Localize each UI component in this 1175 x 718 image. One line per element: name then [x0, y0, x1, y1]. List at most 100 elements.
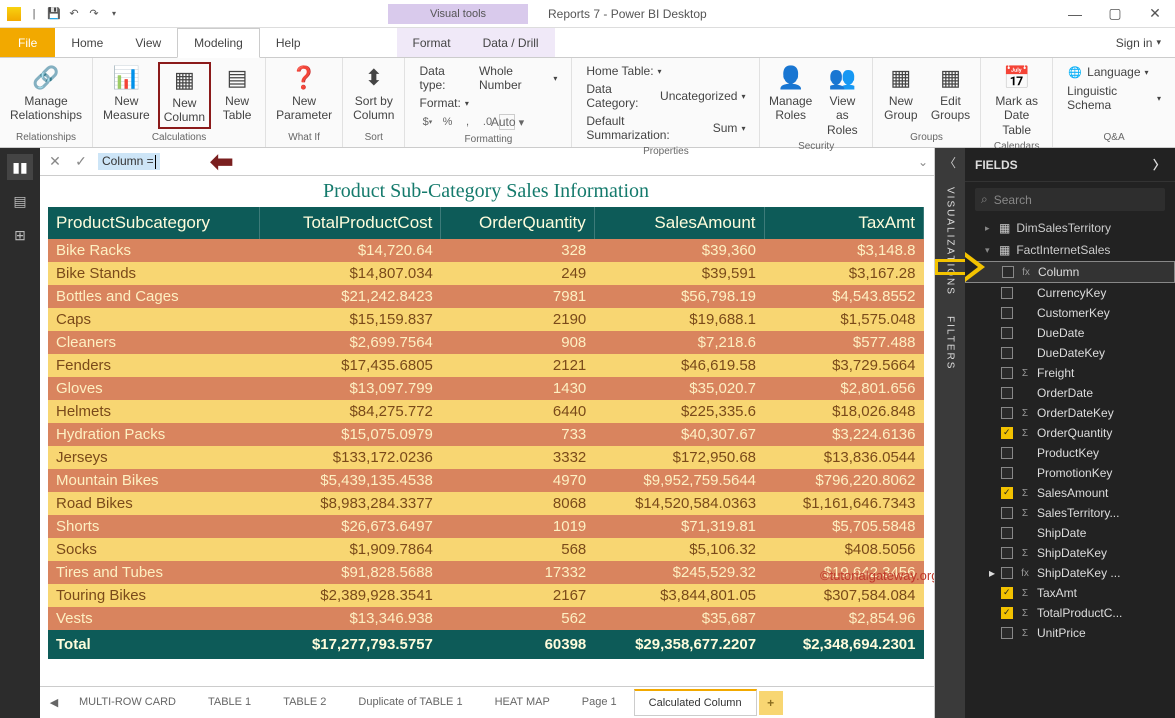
datadrill-menu[interactable]: Data / Drill: [467, 28, 555, 57]
field-checkbox[interactable]: [1001, 607, 1013, 619]
field-item[interactable]: PromotionKey: [965, 463, 1175, 483]
close-icon[interactable]: ✕: [1135, 0, 1175, 28]
field-item[interactable]: DueDateKey: [965, 343, 1175, 363]
column-header[interactable]: SalesAmount: [594, 207, 764, 239]
expand-panel-icon[interactable]: 〈: [944, 154, 956, 177]
expand-formula-icon[interactable]: ⌄: [918, 155, 928, 169]
field-item[interactable]: ΣFreight: [965, 363, 1175, 383]
field-checkbox[interactable]: [1001, 427, 1013, 439]
manage-roles-button[interactable]: 👤Manage Roles: [766, 62, 814, 125]
field-item[interactable]: ShipDate: [965, 523, 1175, 543]
field-item[interactable]: ▸fxShipDateKey ...: [965, 563, 1175, 583]
field-checkbox[interactable]: [1001, 567, 1013, 579]
modeling-menu[interactable]: Modeling: [177, 28, 260, 58]
field-checkbox[interactable]: [1001, 447, 1013, 459]
sheet-tab[interactable]: MULTI-ROW CARD: [64, 689, 191, 716]
mark-as-date-table-button[interactable]: 📅Mark as Date Table: [987, 62, 1046, 139]
manage-relationships-button[interactable]: 🔗Manage Relationships: [6, 62, 86, 125]
file-menu[interactable]: File: [0, 28, 55, 57]
column-header[interactable]: TotalProductCost: [259, 207, 441, 239]
view-as-roles-button[interactable]: 👥View as Roles: [819, 62, 866, 139]
model-view-icon[interactable]: ⊞: [7, 222, 33, 248]
field-checkbox[interactable]: [1001, 387, 1013, 399]
field-item[interactable]: DueDate: [965, 323, 1175, 343]
chevron-down-icon[interactable]: ▾: [553, 74, 557, 83]
column-header[interactable]: TaxAmt: [764, 207, 923, 239]
field-item[interactable]: ΣSalesAmount: [965, 483, 1175, 503]
undo-icon[interactable]: ↶: [66, 6, 82, 22]
formula-input[interactable]: Column =: [98, 153, 160, 170]
new-table-button[interactable]: ▤New Table: [215, 62, 259, 125]
redo-icon[interactable]: ↷: [86, 6, 102, 22]
sheet-tab[interactable]: Duplicate of TABLE 1: [343, 689, 477, 716]
report-canvas[interactable]: Product Sub-Category Sales Information P…: [40, 176, 934, 686]
sort-by-column-button[interactable]: ⬍Sort by Column: [349, 62, 398, 125]
field-checkbox[interactable]: [1001, 327, 1013, 339]
commit-formula-icon[interactable]: ✓: [72, 153, 90, 171]
new-measure-button[interactable]: 📊New Measure: [99, 62, 154, 125]
chevron-down-icon[interactable]: ▾: [658, 67, 662, 76]
field-checkbox[interactable]: [1001, 547, 1013, 559]
field-item[interactable]: CustomerKey: [965, 303, 1175, 323]
home-menu[interactable]: Home: [55, 28, 119, 57]
cancel-formula-icon[interactable]: ✕: [46, 153, 64, 171]
field-checkbox[interactable]: [1001, 347, 1013, 359]
new-parameter-button[interactable]: ❓New Parameter: [272, 62, 336, 125]
field-checkbox[interactable]: [1001, 287, 1013, 299]
fields-table[interactable]: ▸▦DimSalesTerritory: [965, 217, 1175, 239]
column-header[interactable]: ProductSubcategory: [48, 207, 259, 239]
fields-search-input[interactable]: ⌕Search: [975, 188, 1165, 211]
field-checkbox[interactable]: [1002, 266, 1014, 278]
chevron-down-icon[interactable]: ▾: [465, 99, 469, 108]
tab-scroll-left-icon[interactable]: ◀: [46, 695, 62, 711]
formula-bar[interactable]: ✕ ✓ Column = ⬅ ⌄: [40, 148, 934, 176]
edit-groups-button[interactable]: ▦Edit Groups: [927, 62, 974, 125]
field-item[interactable]: CurrencyKey: [965, 283, 1175, 303]
help-menu[interactable]: Help: [260, 28, 317, 57]
field-checkbox[interactable]: [1001, 487, 1013, 499]
add-page-button[interactable]: +: [759, 691, 783, 715]
field-item[interactable]: ΣOrderQuantity: [965, 423, 1175, 443]
field-checkbox[interactable]: [1001, 367, 1013, 379]
field-checkbox[interactable]: [1001, 407, 1013, 419]
report-view-icon[interactable]: ▮▮: [7, 154, 33, 180]
maximize-icon[interactable]: ▢: [1095, 0, 1135, 28]
field-checkbox[interactable]: [1001, 467, 1013, 479]
minimize-icon[interactable]: —: [1055, 0, 1095, 28]
visualizations-tab[interactable]: VISUALIZATIONS: [945, 177, 956, 306]
sheet-tab[interactable]: Page 1: [567, 689, 632, 716]
field-checkbox[interactable]: [1001, 507, 1013, 519]
field-checkbox[interactable]: [1001, 307, 1013, 319]
format-menu[interactable]: Format: [397, 28, 467, 57]
collapse-fields-icon[interactable]: 〉: [1153, 156, 1165, 173]
save-icon[interactable]: 💾: [46, 6, 62, 22]
field-item[interactable]: ΣUnitPrice: [965, 623, 1175, 643]
new-group-button[interactable]: ▦New Group: [879, 62, 923, 125]
comma-icon[interactable]: ,: [459, 114, 475, 130]
chevron-down-icon[interactable]: ▾: [741, 92, 745, 101]
sign-in-button[interactable]: Sign in▾: [1102, 28, 1175, 57]
sheet-tab[interactable]: TABLE 2: [268, 689, 341, 716]
field-item[interactable]: ΣShipDateKey: [965, 543, 1175, 563]
new-column-button[interactable]: ▦New Column: [158, 62, 211, 129]
qat-more-icon[interactable]: ▾: [106, 6, 122, 22]
view-menu[interactable]: View: [119, 28, 177, 57]
sheet-tab[interactable]: HEAT MAP: [480, 689, 565, 716]
field-checkbox[interactable]: [1001, 627, 1013, 639]
filters-tab[interactable]: FILTERS: [945, 306, 956, 380]
field-item[interactable]: ΣTotalProductC...: [965, 603, 1175, 623]
field-item[interactable]: ΣOrderDateKey: [965, 403, 1175, 423]
synonyms-button[interactable]: [1000, 60, 1044, 64]
field-checkbox[interactable]: [1001, 527, 1013, 539]
percent-icon[interactable]: %: [439, 114, 455, 130]
field-item[interactable]: ProductKey: [965, 443, 1175, 463]
data-view-icon[interactable]: ▤: [7, 188, 33, 214]
field-item[interactable]: ΣTaxAmt: [965, 583, 1175, 603]
auto-select[interactable]: Auto ▾: [499, 114, 515, 130]
sheet-tab[interactable]: TABLE 1: [193, 689, 266, 716]
sheet-tab[interactable]: Calculated Column: [634, 689, 757, 716]
chevron-down-icon[interactable]: ▾: [741, 124, 745, 133]
currency-icon[interactable]: $▾: [419, 114, 435, 130]
field-checkbox[interactable]: [1001, 587, 1013, 599]
fields-table[interactable]: ▾▦FactInternetSales: [965, 239, 1175, 261]
